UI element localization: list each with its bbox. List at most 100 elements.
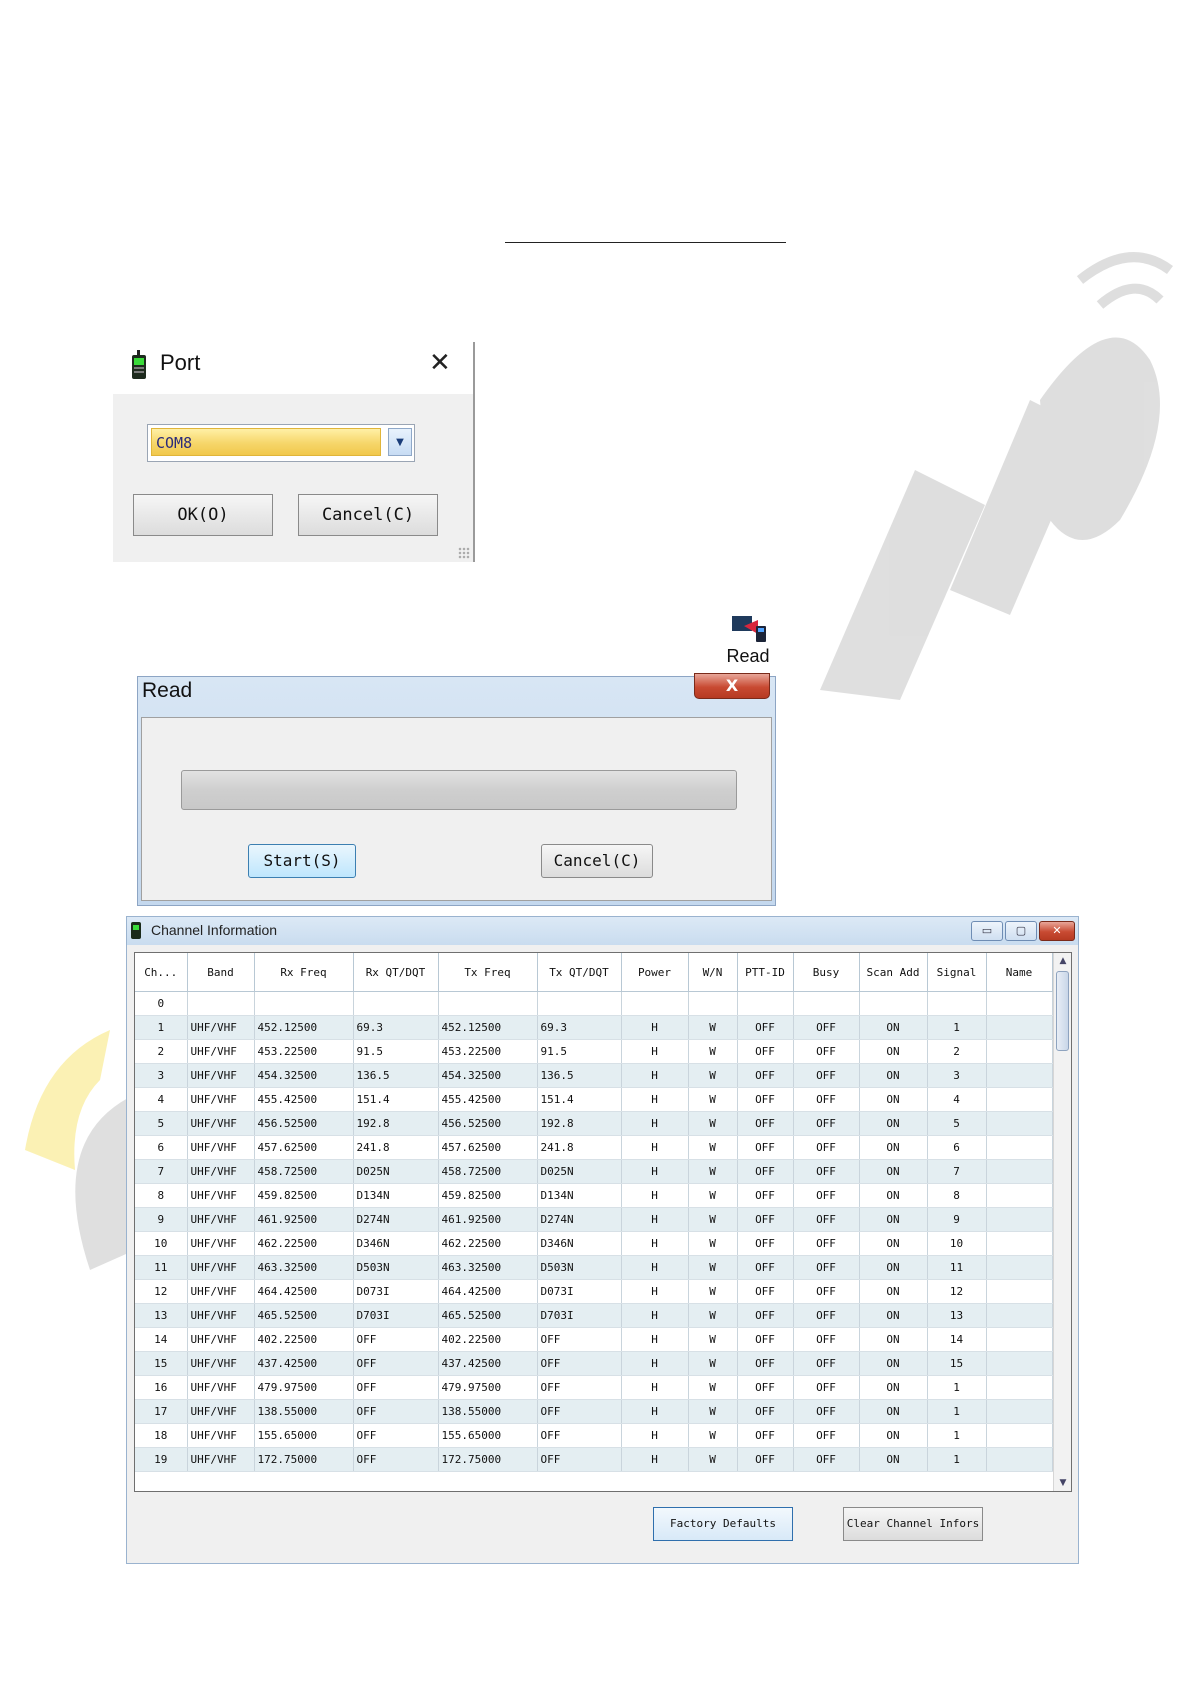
table-cell[interactable]: OFF: [793, 1255, 860, 1280]
table-cell[interactable]: H: [621, 1375, 689, 1400]
table-cell[interactable]: W: [688, 1111, 738, 1136]
table-cell[interactable]: OFF: [353, 1351, 439, 1376]
table-cell[interactable]: 14: [135, 1327, 188, 1352]
table-cell[interactable]: [986, 1423, 1053, 1448]
table-cell[interactable]: 151.4: [353, 1087, 439, 1112]
table-cell[interactable]: OFF: [537, 1351, 622, 1376]
table-row[interactable]: 4 UHF/VHF 455.42500 151.4 455.42500 151.4 H W OF…: [135, 1087, 1053, 1112]
table-cell[interactable]: W: [688, 1063, 738, 1088]
table-cell[interactable]: 155.65000: [254, 1423, 354, 1448]
table-cell[interactable]: H: [621, 1087, 689, 1112]
table-cell[interactable]: W: [688, 1303, 738, 1328]
table-cell[interactable]: 91.5: [537, 1039, 622, 1064]
table-cell[interactable]: 136.5: [537, 1063, 622, 1088]
scroll-up-icon[interactable]: ▲: [1055, 953, 1071, 969]
table-cell[interactable]: 2: [927, 1039, 987, 1064]
table-cell[interactable]: 4: [135, 1087, 188, 1112]
table-cell[interactable]: OFF: [793, 1375, 860, 1400]
table-cell[interactable]: OFF: [537, 1399, 622, 1424]
column-header[interactable]: PTT-ID: [737, 953, 794, 992]
table-cell[interactable]: [986, 991, 1053, 1016]
table-row[interactable]: 7 UHF/VHF 458.72500 D025N 458.72500 D025N H W OF…: [135, 1159, 1053, 1184]
table-cell[interactable]: OFF: [737, 1351, 794, 1376]
table-cell[interactable]: 465.52500: [438, 1303, 538, 1328]
table-cell[interactable]: 138.55000: [254, 1399, 354, 1424]
table-cell[interactable]: OFF: [737, 1279, 794, 1304]
table-cell[interactable]: [986, 1303, 1053, 1328]
table-cell[interactable]: [187, 991, 255, 1016]
table-cell[interactable]: OFF: [793, 1111, 860, 1136]
table-cell[interactable]: OFF: [793, 1039, 860, 1064]
table-cell[interactable]: 10: [135, 1231, 188, 1256]
table-cell[interactable]: W: [688, 1255, 738, 1280]
table-cell[interactable]: OFF: [793, 1303, 860, 1328]
column-header[interactable]: Busy: [793, 953, 860, 992]
table-cell[interactable]: H: [621, 1015, 689, 1040]
table-cell[interactable]: W: [688, 1447, 738, 1472]
table-cell[interactable]: 456.52500: [438, 1111, 538, 1136]
table-cell[interactable]: D073I: [353, 1279, 439, 1304]
close-icon[interactable]: X: [694, 673, 770, 699]
table-cell[interactable]: 3: [135, 1063, 188, 1088]
table-cell[interactable]: UHF/VHF: [187, 1183, 255, 1208]
table-cell[interactable]: UHF/VHF: [187, 1015, 255, 1040]
table-cell[interactable]: ON: [859, 1111, 928, 1136]
table-cell[interactable]: 452.12500: [438, 1015, 538, 1040]
table-cell[interactable]: 9: [927, 1207, 987, 1232]
table-cell[interactable]: OFF: [793, 1423, 860, 1448]
table-cell[interactable]: W: [688, 1279, 738, 1304]
table-cell[interactable]: UHF/VHF: [187, 1423, 255, 1448]
table-cell[interactable]: UHF/VHF: [187, 1063, 255, 1088]
table-cell[interactable]: 402.22500: [254, 1327, 354, 1352]
table-cell[interactable]: 479.97500: [438, 1375, 538, 1400]
table-cell[interactable]: [986, 1351, 1053, 1376]
table-row[interactable]: 19 UHF/VHF 172.75000 OFF 172.75000 OFF H W OFF OF…: [135, 1447, 1053, 1472]
table-cell[interactable]: W: [688, 1375, 738, 1400]
table-cell[interactable]: 453.22500: [438, 1039, 538, 1064]
table-cell[interactable]: UHF/VHF: [187, 1231, 255, 1256]
table-cell[interactable]: 8: [927, 1183, 987, 1208]
table-cell[interactable]: W: [688, 1423, 738, 1448]
table-cell[interactable]: 465.52500: [254, 1303, 354, 1328]
cancel-button[interactable]: Cancel(C): [541, 844, 653, 878]
table-cell[interactable]: W: [688, 1087, 738, 1112]
table-cell[interactable]: ON: [859, 1231, 928, 1256]
table-cell[interactable]: OFF: [793, 1327, 860, 1352]
table-cell[interactable]: ON: [859, 1255, 928, 1280]
table-row[interactable]: 12 UHF/VHF 464.42500 D073I 464.42500 D073I H W O…: [135, 1279, 1053, 1304]
table-cell[interactable]: ON: [859, 1063, 928, 1088]
table-cell[interactable]: W: [688, 1159, 738, 1184]
table-cell[interactable]: 458.72500: [254, 1159, 354, 1184]
column-header[interactable]: Scan Add: [859, 953, 928, 992]
table-cell[interactable]: 18: [135, 1423, 188, 1448]
table-cell[interactable]: 11: [135, 1255, 188, 1280]
table-cell[interactable]: OFF: [737, 1135, 794, 1160]
table-row[interactable]: 0: [135, 991, 1053, 1016]
table-cell[interactable]: [793, 991, 860, 1016]
table-cell[interactable]: 136.5: [353, 1063, 439, 1088]
table-cell[interactable]: [986, 1015, 1053, 1040]
table-cell[interactable]: [986, 1087, 1053, 1112]
column-header[interactable]: Power: [621, 953, 689, 992]
table-row[interactable]: 6 UHF/VHF 457.62500 241.8 457.62500 241.8 H W OF…: [135, 1135, 1053, 1160]
table-cell[interactable]: 459.82500: [254, 1183, 354, 1208]
table-cell[interactable]: W: [688, 1231, 738, 1256]
table-cell[interactable]: ON: [859, 1447, 928, 1472]
table-cell[interactable]: 7: [135, 1159, 188, 1184]
table-row[interactable]: 8 UHF/VHF 459.82500 D134N 459.82500 D134N H W OF…: [135, 1183, 1053, 1208]
table-cell[interactable]: [986, 1135, 1053, 1160]
table-cell[interactable]: 462.22500: [438, 1231, 538, 1256]
table-cell[interactable]: OFF: [737, 1111, 794, 1136]
table-cell[interactable]: W: [688, 1135, 738, 1160]
table-cell[interactable]: [986, 1327, 1053, 1352]
table-cell[interactable]: [986, 1447, 1053, 1472]
table-cell[interactable]: ON: [859, 1039, 928, 1064]
table-cell[interactable]: 456.52500: [254, 1111, 354, 1136]
table-row[interactable]: 16 UHF/VHF 479.97500 OFF 479.97500 OFF H W OFF OF…: [135, 1375, 1053, 1400]
table-cell[interactable]: ON: [859, 1087, 928, 1112]
table-cell[interactable]: 462.22500: [254, 1231, 354, 1256]
table-cell[interactable]: [986, 1063, 1053, 1088]
table-cell[interactable]: OFF: [737, 1087, 794, 1112]
table-cell[interactable]: 452.12500: [254, 1015, 354, 1040]
table-cell[interactable]: UHF/VHF: [187, 1087, 255, 1112]
